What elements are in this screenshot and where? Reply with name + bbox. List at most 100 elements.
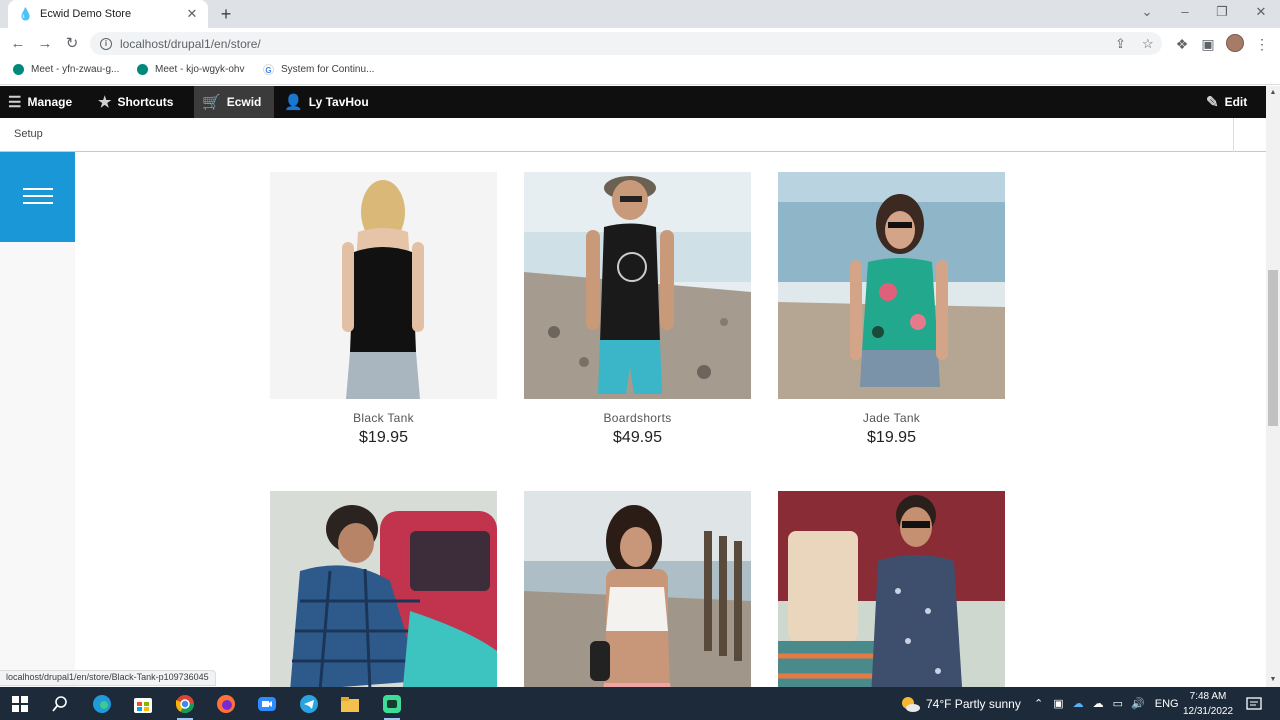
reload-icon[interactable]: ↻ [62,34,82,54]
clock[interactable]: 7:48 AM 12/31/2022 [1178,689,1238,719]
forward-icon[interactable]: → [35,34,55,54]
partly-sunny-icon [902,696,920,712]
product-card[interactable]: Black Tank $19.95 [270,172,497,447]
close-window-icon[interactable]: ✕ [1246,4,1276,20]
edit-label: Edit [1224,95,1248,109]
user-label: Ly TavHou [308,95,369,109]
plaid-shirt-photo[interactable] [270,491,497,687]
product-price: $19.95 [867,429,916,446]
user-icon: 👤 [284,94,303,111]
cloud-icon[interactable]: ☁ [1093,697,1104,710]
notification-icon[interactable] [1246,687,1262,720]
bookmarks-bar: Meet - yfn-zwau-g... Meet - kjo-wgyk-ohv… [0,59,1280,85]
pencil-icon: ✎ [1206,94,1219,111]
bookmark-item[interactable]: Meet - yfn-zwau-g... [13,64,119,75]
system-tray-icons[interactable]: ⌃ ▣ ☁ ☁ ▭ 🔊 ENG [1034,687,1179,720]
onedrive-icon[interactable]: ☁ [1073,697,1084,710]
shortcuts-button[interactable]: ★ Shortcuts [90,86,181,118]
white-crop-top-photo[interactable] [524,491,751,687]
store-menu-button[interactable] [0,152,75,242]
hamburger-icon: ☰ [8,94,22,111]
meet-icon [13,64,24,75]
tray-divider [1233,118,1234,152]
black-tank-photo[interactable] [270,172,497,399]
menu-bar-line [23,195,53,197]
extensions-icon[interactable]: ❖ [1172,34,1192,54]
product-card[interactable]: Boardshorts $49.95 [524,172,751,447]
printed-shirt-photo[interactable] [778,491,1005,687]
scroll-down-icon[interactable]: ▼ [1266,673,1280,687]
product-card[interactable] [778,491,1005,687]
tab-search-icon[interactable]: ⌄ [1132,4,1162,20]
page-scrollbar[interactable]: ▲ ▼ [1266,86,1280,687]
ecwid-button[interactable]: 🛒 Ecwid [194,86,274,118]
product-name[interactable]: Black Tank [270,411,497,425]
site-info-icon[interactable]: i [100,37,112,50]
meet-icon [137,64,148,75]
language-indicator[interactable]: ENG [1155,698,1179,710]
file-explorer-icon[interactable] [338,692,362,716]
bookmark-label: Meet - kjo-wgyk-ohv [155,64,245,75]
status-url: localhost/drupal1/en/store/Black-Tank-p1… [0,670,216,686]
star-icon: ★ [98,94,112,111]
browser-toolbar: ← → ↻ i localhost/drupal1/en/store/ ⇪ ☆ … [0,28,1280,59]
recorder-app-icon[interactable] [380,692,404,720]
scrollbar-thumb[interactable] [1268,270,1278,426]
product-card[interactable] [270,491,497,687]
product-name[interactable]: Boardshorts [524,411,751,425]
share-icon[interactable]: ⇪ [1115,36,1126,52]
manage-label: Manage [27,95,73,109]
clock-time: 7:48 AM [1189,691,1227,702]
cart-icon: 🛒 [202,94,221,111]
weather-widget[interactable]: 74°F Partly sunny [900,687,1021,720]
product-card[interactable] [524,491,751,687]
windows-taskbar: 74°F Partly sunny ⌃ ▣ ☁ ☁ ▭ 🔊 ENG 7:48 A… [0,687,1280,720]
menu-bar-line [23,202,53,204]
windows-start-icon[interactable] [8,692,32,716]
browser-tab-strip: 💧 Ecwid Demo Store ✕ + ⌄ – ❐ ✕ [0,0,1280,28]
store-app-icon[interactable] [131,692,155,716]
app-tray-icon[interactable]: ▣ [1053,697,1063,710]
manage-button[interactable]: ☰ Manage [0,86,80,118]
clock-date: 12/31/2022 [1182,706,1234,717]
edge-icon[interactable] [90,692,114,716]
telegram-icon[interactable] [297,692,321,716]
bookmark-item[interactable]: G System for Continu... [263,64,374,75]
new-tab-icon[interactable]: + [216,4,236,24]
bookmark-label: System for Continu... [281,64,375,75]
chrome-icon[interactable] [173,692,197,720]
edit-button[interactable]: ✎ Edit [1198,86,1255,118]
search-icon[interactable] [48,692,72,716]
restore-icon[interactable]: ❐ [1207,4,1237,20]
user-button[interactable]: 👤 Ly TavHou [276,86,377,118]
bookmark-star-icon[interactable]: ☆ [1142,36,1154,52]
zoom-icon[interactable] [255,692,279,716]
battery-icon[interactable]: ▭ [1113,697,1123,710]
setup-link[interactable]: Setup [14,128,43,140]
ecwid-label: Ecwid [226,95,262,109]
close-tab-icon[interactable]: ✕ [184,6,200,22]
firefox-icon[interactable] [214,692,238,716]
jade-tank-photo[interactable] [778,172,1005,399]
bookmark-label: Meet - yfn-zwau-g... [31,64,120,75]
profile-avatar[interactable] [1226,34,1244,52]
weather-text: 74°F Partly sunny [926,696,1021,711]
shortcuts-label: Shortcuts [117,95,174,109]
boardshorts-photo[interactable] [524,172,751,399]
store-page: Black Tank $19.95 Boardshorts $49.95 Jad… [0,152,1266,687]
scroll-up-icon[interactable]: ▲ [1266,86,1280,100]
side-panel-icon[interactable]: ▣ [1198,34,1218,54]
product-price: $49.95 [613,429,662,446]
minimize-icon[interactable]: – [1170,4,1200,19]
address-bar[interactable]: i localhost/drupal1/en/store/ [90,32,1162,55]
drupal-icon: 💧 [18,7,33,21]
product-name[interactable]: Jade Tank [778,411,1005,425]
menu-kebab-icon[interactable]: ⋮ [1252,34,1272,54]
product-card[interactable]: Jade Tank $19.95 [778,172,1005,447]
speaker-icon[interactable]: 🔊 [1131,697,1145,710]
google-icon: G [263,64,274,75]
bookmark-item[interactable]: Meet - kjo-wgyk-ohv [137,64,244,75]
browser-tab[interactable]: 💧 Ecwid Demo Store ✕ [8,0,208,28]
back-icon[interactable]: ← [8,34,28,54]
chevron-up-icon[interactable]: ⌃ [1034,697,1043,710]
